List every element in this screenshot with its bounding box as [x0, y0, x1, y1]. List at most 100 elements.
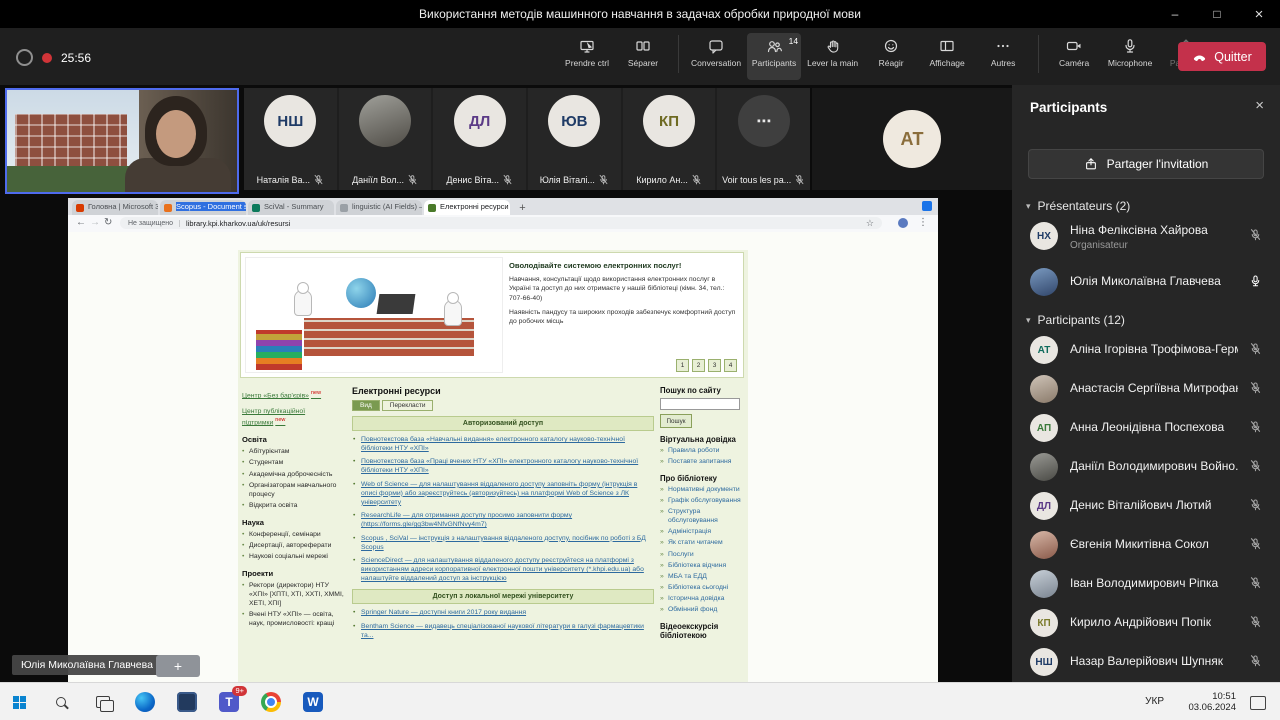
- about-link[interactable]: Бібліотека сьогодні: [668, 584, 746, 593]
- sidebar-link[interactable]: Центр «Без бар'єрів»new: [242, 390, 348, 401]
- help-link[interactable]: Правила роботи: [668, 447, 746, 456]
- participant-tile[interactable]: ДЛ Денис Віта...: [433, 88, 526, 190]
- resource-link[interactable]: Web of Science — для налаштування віддал…: [361, 481, 654, 508]
- app-icon[interactable]: [174, 689, 200, 715]
- mic-muted-icon[interactable]: [1249, 228, 1262, 246]
- window-restore-icon[interactable]: [922, 201, 932, 211]
- sidebar-item[interactable]: Ректори (директори) НТУ «ХПІ» [ХПТІ, ХТІ…: [249, 582, 348, 608]
- reload-button[interactable]: [104, 217, 112, 228]
- bookmark-star-icon[interactable]: [866, 218, 874, 229]
- participant-tile[interactable]: ЮВ Юлія Віталі...: [528, 88, 621, 190]
- participant-tile[interactable]: НШ Наталія Ва...: [244, 88, 337, 190]
- participants-button[interactable]: 14 Participants: [747, 33, 801, 80]
- sidebar-item[interactable]: Конференції, семінари: [249, 531, 348, 540]
- address-bar[interactable]: Не защищено library.kpi.kharkov.ua/uk/re…: [120, 217, 882, 229]
- self-video-tile[interactable]: [5, 88, 239, 194]
- security-label[interactable]: Не защищено: [128, 220, 180, 227]
- sidebar-item[interactable]: Вчені НТУ «ХПІ» — освіта, наук, промисло…: [249, 611, 348, 629]
- site-search-button[interactable]: Пошук: [660, 414, 692, 428]
- browser-menu-icon[interactable]: [918, 217, 928, 228]
- about-link[interactable]: Графік обслуговування: [668, 497, 746, 506]
- browser-tab[interactable]: linguistic (AI Fields) – 709,30...: [336, 200, 422, 215]
- participant-row[interactable]: Євгенія Микитівна Сокол: [1012, 526, 1280, 565]
- participant-row[interactable]: Даніїл Володимирович Войно...: [1012, 448, 1280, 487]
- task-view-button[interactable]: [90, 689, 116, 715]
- about-link[interactable]: Адміністрація: [668, 528, 746, 537]
- sidebar-item[interactable]: Студентам: [249, 459, 348, 468]
- presenters-section-header[interactable]: Présentateurs (2): [1026, 199, 1130, 213]
- participant-row[interactable]: НШ Назар Валерійович Шупняк: [1012, 643, 1280, 682]
- participant-row[interactable]: Іван Володимирович Ріпка: [1012, 565, 1280, 604]
- participant-row[interactable]: АП Анна Леонідівна Поспехова: [1012, 409, 1280, 448]
- sidebar-item[interactable]: Відкрита освіта: [249, 502, 348, 511]
- about-link[interactable]: Послуги: [668, 551, 746, 560]
- sidebar-item[interactable]: Абітурієнтам: [249, 448, 348, 457]
- about-link[interactable]: Історична довідка: [668, 595, 746, 604]
- page-button[interactable]: 4: [724, 359, 737, 372]
- participant-row[interactable]: КП Кирило Андрійович Попік: [1012, 604, 1280, 643]
- browser-tab[interactable]: SciVal - Summary: [248, 200, 334, 215]
- help-link[interactable]: Поставте запитання: [668, 458, 746, 467]
- chat-button[interactable]: Conversation: [687, 33, 745, 80]
- page-button[interactable]: 2: [692, 359, 705, 372]
- about-link[interactable]: Як стати читачем: [668, 539, 746, 548]
- microphone-button[interactable]: Microphone: [1103, 33, 1157, 80]
- new-tab-button[interactable]: [516, 201, 529, 214]
- resource-link[interactable]: Bentham Science — видавець спеціалізован…: [361, 623, 654, 641]
- mic-muted-icon[interactable]: [1249, 381, 1262, 399]
- forward-button[interactable]: [90, 217, 100, 228]
- spotlight-tile[interactable]: АТ: [812, 88, 1012, 190]
- panel-close-icon[interactable]: [1255, 97, 1264, 114]
- resource-link[interactable]: ScienceDirect — для налаштування віддале…: [361, 557, 654, 584]
- sidebar-item[interactable]: Наукові соціальні мережі: [249, 553, 348, 562]
- raise-hand-button[interactable]: Lever la main: [803, 33, 862, 80]
- mic-muted-icon[interactable]: [1249, 654, 1262, 672]
- site-search-input[interactable]: [660, 398, 740, 410]
- participant-row[interactable]: АТ Аліна Ігорівна Трофімова-Герм...: [1012, 331, 1280, 370]
- react-button[interactable]: Réagir: [864, 33, 918, 80]
- minimize-button[interactable]: [1154, 0, 1196, 28]
- about-link[interactable]: Бібліотека відчиня: [668, 562, 746, 571]
- participants-section-header[interactable]: Participants (12): [1026, 313, 1125, 327]
- clock[interactable]: 10:51 03.06.2024: [1188, 691, 1236, 714]
- mic-muted-icon[interactable]: [1249, 342, 1262, 360]
- participant-tile[interactable]: Даніїл Вол...: [339, 88, 432, 190]
- more-button[interactable]: Autres: [976, 33, 1030, 80]
- mic-muted-icon[interactable]: [1249, 498, 1262, 516]
- tab-view[interactable]: Вид: [352, 400, 380, 411]
- resource-link[interactable]: Springer Nature — доступні книги 2017 ро…: [361, 609, 654, 618]
- view-button[interactable]: Affichage: [920, 33, 974, 80]
- camera-button[interactable]: Caméra: [1047, 33, 1101, 80]
- participant-row[interactable]: Анастасія Сергіївна Митрофан...: [1012, 370, 1280, 409]
- about-link[interactable]: МБА та ЕДД: [668, 573, 746, 582]
- share-invitation-button[interactable]: Partager l'invitation: [1028, 149, 1264, 179]
- maximize-button[interactable]: [1196, 0, 1238, 28]
- edge-icon[interactable]: [132, 689, 158, 715]
- word-icon[interactable]: [300, 689, 326, 715]
- teams-icon[interactable]: 9+: [216, 689, 242, 715]
- browser-tab-active[interactable]: Електронні ресурси | Сайт бібл...: [424, 200, 510, 215]
- participant-tile[interactable]: КП Кирило Ан...: [623, 88, 716, 190]
- add-button[interactable]: [156, 655, 200, 677]
- about-link[interactable]: Нормативні документи: [668, 486, 746, 495]
- take-control-button[interactable]: Prendre ctrl: [560, 33, 614, 80]
- quit-button[interactable]: Quitter: [1178, 42, 1266, 71]
- browser-tab[interactable]: Головна | Microsoft 365: [72, 200, 158, 215]
- search-button[interactable]: [48, 689, 74, 715]
- mic-muted-icon[interactable]: [1249, 420, 1262, 438]
- about-link[interactable]: Обмінний фонд: [668, 606, 746, 615]
- sidebar-item[interactable]: Академічна доброчесність: [249, 471, 348, 480]
- chrome-icon[interactable]: [258, 689, 284, 715]
- tab-translate[interactable]: Перекласти: [382, 400, 434, 411]
- notifications-icon[interactable]: [1250, 696, 1266, 710]
- start-button[interactable]: [6, 689, 32, 715]
- mic-muted-icon[interactable]: [1249, 459, 1262, 477]
- breakout-button[interactable]: Séparer: [616, 33, 670, 80]
- participant-tile[interactable]: ⋯ Voir tous les pa...: [717, 88, 810, 190]
- profile-avatar[interactable]: [898, 218, 908, 228]
- browser-tab[interactable]: Scopus - Document search: [160, 200, 246, 215]
- sidebar-link[interactable]: Центр публікаційної підтримкиnew: [242, 408, 348, 428]
- resource-link[interactable]: Повнотекстова база «Праці вчених НТУ «ХП…: [361, 458, 654, 476]
- mic-muted-icon[interactable]: [1249, 615, 1262, 633]
- sidebar-item[interactable]: Дисертації, автореферати: [249, 542, 348, 551]
